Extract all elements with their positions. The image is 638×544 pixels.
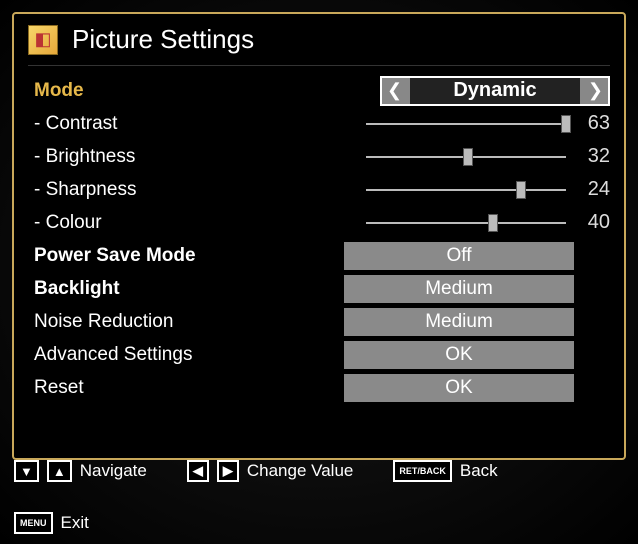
arrow-left-icon[interactable]: ❮: [382, 78, 410, 104]
slider-thumb[interactable]: [488, 214, 498, 232]
panel-title-row: ◧ Picture Settings: [28, 22, 610, 66]
hint-change-label: Change Value: [247, 461, 354, 481]
right-key-icon: ▶: [217, 460, 239, 482]
row-advanced-settings[interactable]: Advanced Settings OK: [28, 338, 610, 371]
value-noise-reduction[interactable]: Medium: [344, 308, 574, 336]
hint-exit: MENU Exit: [14, 512, 624, 534]
hint-navigate-label: Navigate: [80, 461, 147, 481]
label-noise-reduction: Noise Reduction: [28, 311, 328, 333]
label-power-save: Power Save Mode: [28, 245, 328, 267]
up-key-icon: ▲: [47, 460, 72, 482]
mode-selector[interactable]: ❮ Dynamic ❯: [380, 76, 610, 106]
slider-thumb[interactable]: [516, 181, 526, 199]
row-power-save[interactable]: Power Save Mode Off: [28, 239, 610, 272]
footer-hints: ▼ ▲ Navigate ◀ ▶ Change Value RET/BACK Bac…: [14, 460, 624, 534]
value-contrast: 63: [576, 112, 610, 135]
slider-brightness[interactable]: [366, 150, 566, 164]
down-key-icon: ▼: [14, 460, 39, 482]
slider-thumb[interactable]: [463, 148, 473, 166]
label-backlight: Backlight: [28, 278, 328, 300]
row-contrast[interactable]: - Contrast 63: [28, 107, 610, 140]
hint-change-value: ◀ ▶ Change Value: [187, 460, 354, 482]
row-colour[interactable]: - Colour 40: [28, 206, 610, 239]
row-sharpness[interactable]: - Sharpness 24: [28, 173, 610, 206]
slider-sharpness[interactable]: [366, 183, 566, 197]
label-brightness: - Brightness: [28, 146, 328, 168]
row-noise-reduction[interactable]: Noise Reduction Medium: [28, 305, 610, 338]
label-mode: Mode: [28, 80, 328, 102]
picture-settings-panel: ◧ Picture Settings Mode ❮ Dynamic ❯ - Co…: [12, 12, 626, 460]
value-reset[interactable]: OK: [344, 374, 574, 402]
hint-exit-label: Exit: [61, 513, 89, 533]
arrow-right-icon[interactable]: ❯: [580, 78, 608, 104]
value-colour: 40: [576, 211, 610, 234]
value-advanced-settings[interactable]: OK: [344, 341, 574, 369]
label-contrast: - Contrast: [28, 113, 328, 135]
retback-key-icon: RET/BACK: [393, 460, 452, 482]
hint-back: RET/BACK Back: [393, 460, 497, 482]
menu-key-icon: MENU: [14, 512, 53, 534]
value-power-save[interactable]: Off: [344, 242, 574, 270]
hint-navigate: ▼ ▲ Navigate: [14, 460, 147, 482]
label-reset: Reset: [28, 377, 328, 399]
value-backlight[interactable]: Medium: [344, 275, 574, 303]
value-sharpness: 24: [576, 178, 610, 201]
row-brightness[interactable]: - Brightness 32: [28, 140, 610, 173]
mode-value: Dynamic: [410, 79, 580, 102]
row-reset[interactable]: Reset OK: [28, 371, 610, 404]
label-advanced-settings: Advanced Settings: [28, 344, 328, 366]
panel-title: Picture Settings: [72, 24, 254, 55]
row-backlight[interactable]: Backlight Medium: [28, 272, 610, 305]
left-key-icon: ◀: [187, 460, 209, 482]
hint-back-label: Back: [460, 461, 498, 481]
picture-icon: ◧: [28, 25, 58, 55]
label-colour: - Colour: [28, 212, 328, 234]
slider-colour[interactable]: [366, 216, 566, 230]
row-mode[interactable]: Mode ❮ Dynamic ❯: [28, 74, 610, 107]
slider-contrast[interactable]: [366, 117, 566, 131]
slider-thumb[interactable]: [561, 115, 571, 133]
value-brightness: 32: [576, 145, 610, 168]
label-sharpness: - Sharpness: [28, 179, 328, 201]
